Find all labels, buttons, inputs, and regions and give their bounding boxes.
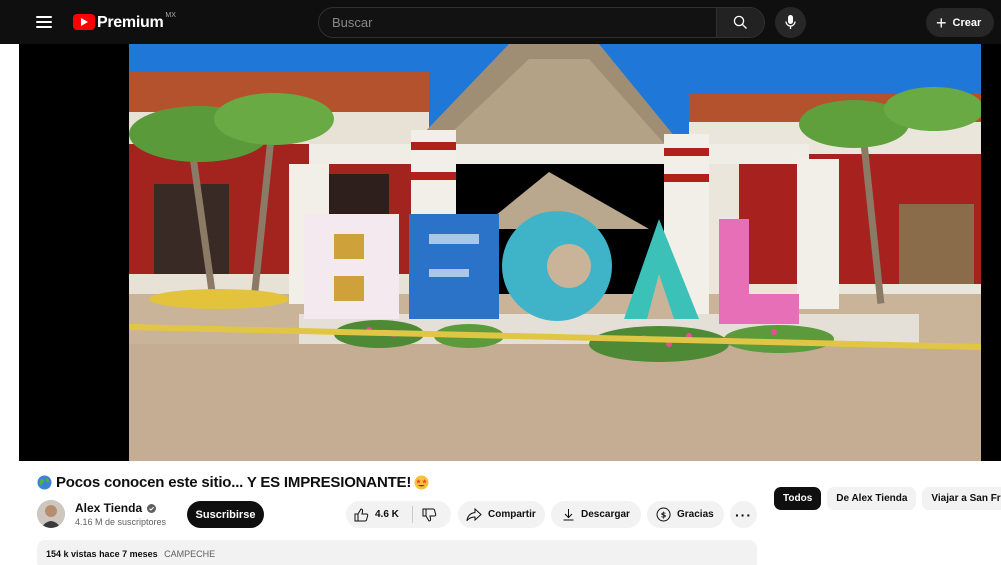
- download-label: Descargar: [581, 509, 630, 520]
- masthead: Premium MX + Crear: [0, 0, 1001, 44]
- more-actions-button[interactable]: ···: [730, 501, 757, 528]
- share-button[interactable]: Compartir: [458, 501, 545, 528]
- like-count: 4.6 K: [375, 509, 399, 520]
- star-struck-icon: [414, 475, 429, 489]
- thumbs-down-icon: [422, 508, 436, 522]
- chip-de-alex-tienda[interactable]: De Alex Tienda: [827, 487, 917, 510]
- chip-todos[interactable]: Todos: [774, 487, 822, 510]
- svg-text:$: $: [661, 511, 667, 520]
- voice-search-button[interactable]: [775, 7, 806, 38]
- description-box[interactable]: 154 k vistas hace 7 meses CAMPECHE: [37, 540, 757, 565]
- search-icon: [733, 15, 747, 29]
- youtube-play-icon: [73, 14, 95, 30]
- download-icon: [563, 509, 574, 521]
- share-arrow-icon: [466, 508, 482, 521]
- video-frame: [129, 44, 981, 461]
- create-button[interactable]: + Crear: [926, 8, 994, 37]
- search-input[interactable]: [319, 8, 719, 37]
- subscribe-button[interactable]: Suscribirse: [187, 501, 264, 528]
- download-button[interactable]: Descargar: [551, 501, 641, 528]
- globe-icon: [37, 475, 52, 489]
- upload-age: hace 7 meses: [99, 549, 158, 559]
- verified-check-icon: [147, 503, 157, 513]
- microphone-icon: [785, 15, 796, 29]
- super-thanks-icon: $: [656, 507, 671, 522]
- share-label: Compartir: [488, 509, 536, 520]
- chip-viajar-a-san-francisco[interactable]: Viajar a San Fra: [922, 487, 1001, 510]
- hamburger-menu-icon[interactable]: [33, 12, 55, 32]
- view-count: 154 k vistas: [46, 549, 97, 559]
- subscriber-count: 4.16 M de suscriptores: [75, 517, 167, 527]
- video-scene-image: [129, 44, 981, 461]
- like-dislike-bar: 4.6 K: [346, 501, 451, 528]
- more-dots-icon: ···: [735, 506, 752, 523]
- related-filter-chips: Todos De Alex Tienda Viajar a San Fra: [774, 487, 1001, 510]
- thumbs-up-icon: [354, 507, 369, 521]
- channel-name: Alex Tienda: [75, 501, 143, 515]
- logo-text: Premium: [97, 14, 164, 31]
- video-player[interactable]: [19, 44, 1001, 461]
- logo-region: MX: [165, 12, 176, 19]
- video-title: Pocos conocen este sitio... Y ES IMPRESI…: [56, 473, 412, 491]
- channel-avatar[interactable]: [37, 500, 65, 528]
- search-button[interactable]: [716, 8, 764, 37]
- create-label: Crear: [952, 16, 982, 29]
- channel-name-link[interactable]: Alex Tienda: [75, 501, 157, 515]
- video-title-row: Pocos conocen este sitio... Y ES IMPRESI…: [37, 473, 429, 491]
- plus-icon: +: [936, 12, 947, 33]
- thanks-button[interactable]: $ Gracias: [647, 501, 724, 528]
- thanks-label: Gracias: [677, 509, 714, 520]
- search-box: [318, 7, 765, 38]
- dislike-button[interactable]: [413, 501, 451, 528]
- hashtag-location[interactable]: CAMPECHE: [164, 549, 215, 559]
- like-button[interactable]: 4.6 K: [346, 501, 412, 528]
- avatar-image: [37, 500, 65, 528]
- youtube-premium-logo[interactable]: Premium MX: [73, 11, 176, 33]
- description-meta: 154 k vistas hace 7 meses CAMPECHE: [46, 549, 215, 559]
